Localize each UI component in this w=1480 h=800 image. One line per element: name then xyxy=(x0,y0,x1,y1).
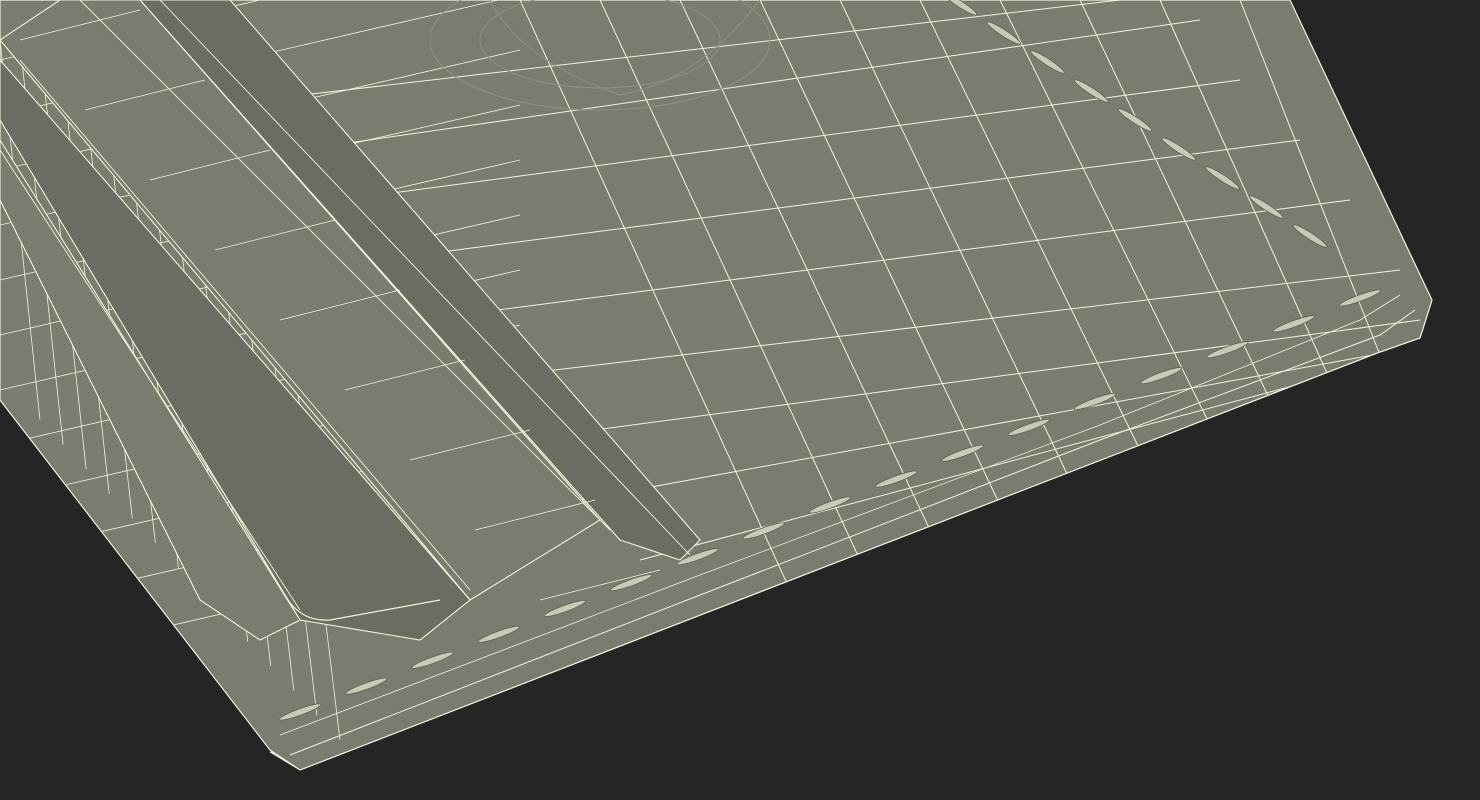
wallet-wireframe-render xyxy=(0,0,1480,800)
render-viewport xyxy=(0,0,1480,800)
